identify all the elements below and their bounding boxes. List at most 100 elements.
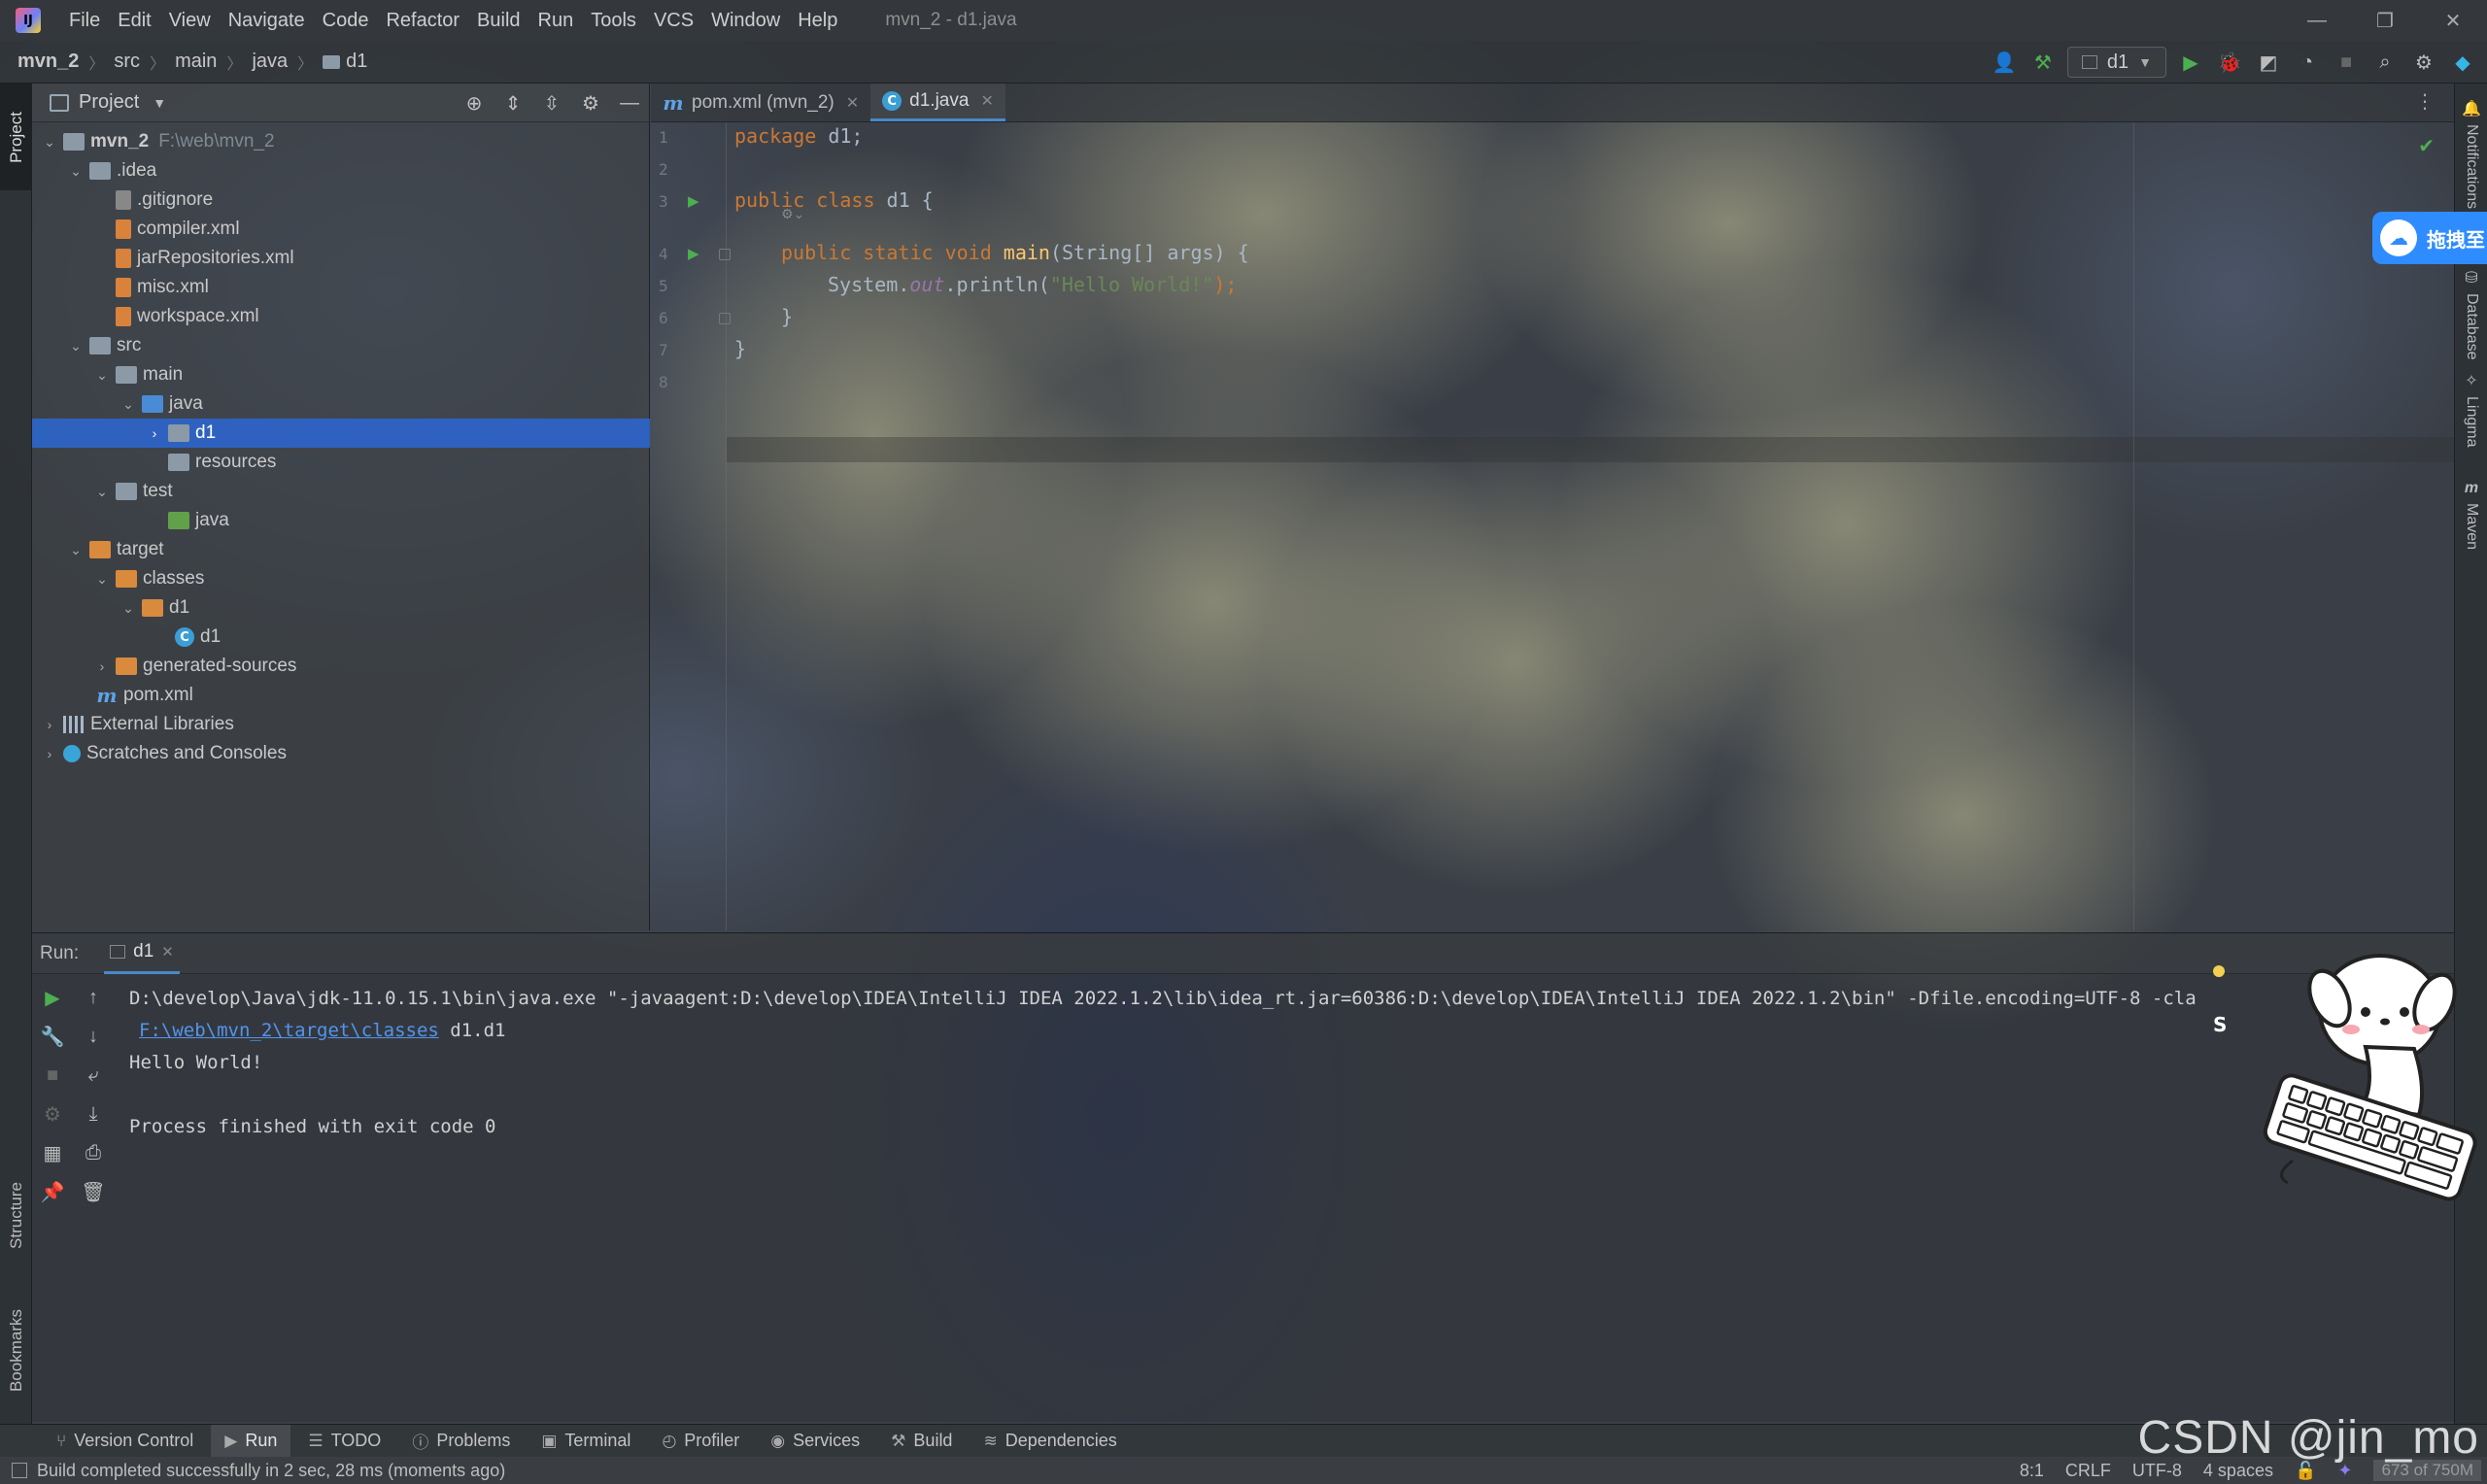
tree-item-pom-xml[interactable]: m pom.xml	[32, 681, 650, 710]
search-icon[interactable]: ⌕	[2370, 48, 2400, 77]
tool-terminal[interactable]: ▣ Terminal	[528, 1425, 644, 1458]
tree-item-main[interactable]: ⌄ main	[32, 360, 650, 389]
tool-tab-lingma[interactable]: ✧ Lingma	[2455, 371, 2487, 447]
hammer-icon[interactable]: ⚒	[2028, 48, 2058, 77]
tool-version-control[interactable]: ⑂ Version Control	[43, 1425, 207, 1458]
debug-icon[interactable]: 🐞	[2215, 48, 2244, 77]
classpath-link[interactable]: F:\web\mvn_2\target\classes	[139, 1020, 439, 1041]
breadcrumb-main[interactable]: main	[175, 51, 217, 73]
restore-button[interactable]: ❐	[2351, 0, 2419, 41]
tab-d1-java[interactable]: C d1.java ✕	[870, 84, 1005, 121]
trash-icon[interactable]: 🗑	[80, 1178, 107, 1205]
menu-file[interactable]: File	[60, 10, 109, 32]
menu-tools[interactable]: Tools	[582, 10, 645, 32]
tool-todo[interactable]: ☰ TODO	[294, 1425, 394, 1458]
tree-item-src[interactable]: ⌄ src	[32, 331, 650, 360]
tree-item-classes-d1[interactable]: ⌄ d1	[32, 593, 650, 623]
chevron-right-icon[interactable]: ›	[40, 746, 59, 761]
print-icon[interactable]: ⎙	[80, 1139, 107, 1166]
tree-item-target[interactable]: ⌄ target	[32, 535, 650, 564]
chevron-down-icon[interactable]: ⌄	[92, 571, 112, 588]
more-vertical-icon[interactable]: ⋮	[2415, 89, 2435, 114]
tool-problems[interactable]: ⓘ Problems	[398, 1425, 524, 1458]
run-icon[interactable]: ▶	[2176, 48, 2205, 77]
menu-help[interactable]: Help	[789, 10, 846, 32]
tree-item-gitignore[interactable]: .gitignore	[32, 186, 650, 215]
tree-item-test-java[interactable]: java	[32, 506, 650, 535]
menu-refactor[interactable]: Refactor	[377, 10, 468, 32]
line-separator[interactable]: CRLF	[2065, 1461, 2111, 1481]
tree-item-package-d1[interactable]: › d1	[32, 419, 650, 448]
tree-item-scratches[interactable]: › Scratches and Consoles	[32, 739, 650, 768]
chevron-down-icon[interactable]: ⌄	[119, 600, 138, 617]
soft-wrap-icon[interactable]: ⤶	[80, 1062, 107, 1089]
gear-icon[interactable]: ⚙	[2409, 48, 2438, 77]
tool-services[interactable]: ◉ Services	[757, 1425, 873, 1458]
tool-profiler[interactable]: ◴ Profiler	[648, 1425, 753, 1458]
menu-window[interactable]: Window	[702, 10, 789, 32]
minimize-button[interactable]: —	[2283, 0, 2351, 41]
breadcrumb-java[interactable]: java	[252, 51, 288, 73]
chevron-right-icon[interactable]: ›	[145, 425, 164, 441]
desktop-pet-sticker[interactable]: S	[2205, 942, 2487, 1214]
project-view-title[interactable]: Project	[79, 91, 139, 114]
run-config-selector[interactable]: d1 ▼	[2066, 47, 2166, 78]
arrow-down-icon[interactable]: ↓	[80, 1023, 107, 1050]
rerun-icon[interactable]: ▶	[39, 984, 66, 1011]
baidu-netdisk-drag-badge[interactable]: ☁ 拖拽至	[2372, 212, 2487, 264]
tab-pom-xml[interactable]: m pom.xml (mvn_2) ✕	[651, 84, 870, 121]
profile-icon[interactable]: ◔	[2293, 48, 2322, 77]
expand-all-icon[interactable]: ⇕	[501, 91, 525, 116]
menu-edit[interactable]: Edit	[109, 10, 159, 32]
tree-item-generated-sources[interactable]: › generated-sources	[32, 652, 650, 681]
checkmark-icon[interactable]: ✔	[2418, 134, 2435, 158]
tool-windows-toggle-icon[interactable]	[12, 1463, 27, 1478]
jetbrains-icon[interactable]: ◆	[2448, 48, 2477, 77]
arrow-up-icon[interactable]: ↑	[80, 984, 107, 1011]
user-icon[interactable]: 👤	[1990, 48, 2019, 77]
menu-run[interactable]: Run	[529, 10, 583, 32]
breadcrumb-src[interactable]: src	[114, 51, 140, 73]
hide-icon[interactable]: —	[618, 92, 641, 115]
coverage-icon[interactable]: ◩	[2254, 48, 2283, 77]
stop-icon[interactable]: ■	[2332, 48, 2361, 77]
locate-icon[interactable]: ⊕	[462, 91, 486, 116]
scroll-to-end-icon[interactable]: ⤓	[80, 1100, 107, 1128]
chevron-down-icon[interactable]: ⌄	[119, 396, 138, 413]
tree-item-compiler-xml[interactable]: compiler.xml	[32, 215, 650, 244]
settings-disabled-icon[interactable]: ⚙	[39, 1100, 66, 1128]
chevron-down-icon[interactable]: ⌄	[92, 484, 112, 500]
menu-code[interactable]: Code	[314, 10, 378, 32]
menu-navigate[interactable]: Navigate	[220, 10, 314, 32]
chevron-down-icon[interactable]: ⌄	[66, 338, 85, 354]
close-tab-icon[interactable]: ✕	[980, 91, 993, 111]
run-tab-d1[interactable]: d1 ✕	[104, 933, 180, 974]
fold-icon[interactable]	[719, 313, 731, 324]
chevron-down-icon[interactable]: ⌄	[66, 163, 85, 180]
console-output[interactable]: D:\develop\Java\jdk-11.0.15.1\bin\java.e…	[129, 974, 2441, 1423]
tool-tab-project[interactable]: Project	[0, 84, 32, 190]
tool-tab-maven[interactable]: m Maven	[2455, 480, 2487, 550]
wrench-icon[interactable]: 🔧	[39, 1023, 66, 1050]
collapse-all-icon[interactable]: ⇳	[540, 91, 563, 116]
tree-item-misc-xml[interactable]: misc.xml	[32, 273, 650, 302]
menu-build[interactable]: Build	[468, 10, 528, 32]
chevron-down-icon[interactable]: ▼	[153, 95, 166, 111]
tool-dependencies[interactable]: ≋ Dependencies	[970, 1425, 1130, 1458]
tree-item-main-java[interactable]: ⌄ java	[32, 389, 650, 419]
stop-icon[interactable]: ■	[39, 1062, 66, 1089]
pin-icon[interactable]: 📌	[39, 1178, 66, 1205]
chevron-right-icon[interactable]: ›	[40, 717, 59, 732]
tree-item-resources[interactable]: resources	[32, 448, 650, 477]
run-gutter-icon[interactable]: ▶	[688, 245, 699, 262]
tool-tab-notifications[interactable]: 🔔 Notifications	[2455, 99, 2487, 209]
code-editor[interactable]: ✔ 1 2 3 ▶ 4 ▶ 5 6 7 8 ⚙⌄ package d1; pub…	[651, 122, 2454, 930]
breadcrumb-d1[interactable]: d1	[346, 51, 367, 73]
tool-tab-database[interactable]: ⛁ Database	[2455, 268, 2487, 360]
tool-run[interactable]: ▶ Run	[211, 1424, 291, 1458]
status-message[interactable]: Build completed successfully in 2 sec, 2…	[12, 1461, 505, 1481]
tree-item-class-d1[interactable]: C d1	[32, 623, 650, 652]
run-gutter-icon[interactable]: ▶	[688, 192, 699, 210]
fold-icon[interactable]	[719, 249, 731, 260]
caret-position[interactable]: 8:1	[2020, 1461, 2044, 1481]
